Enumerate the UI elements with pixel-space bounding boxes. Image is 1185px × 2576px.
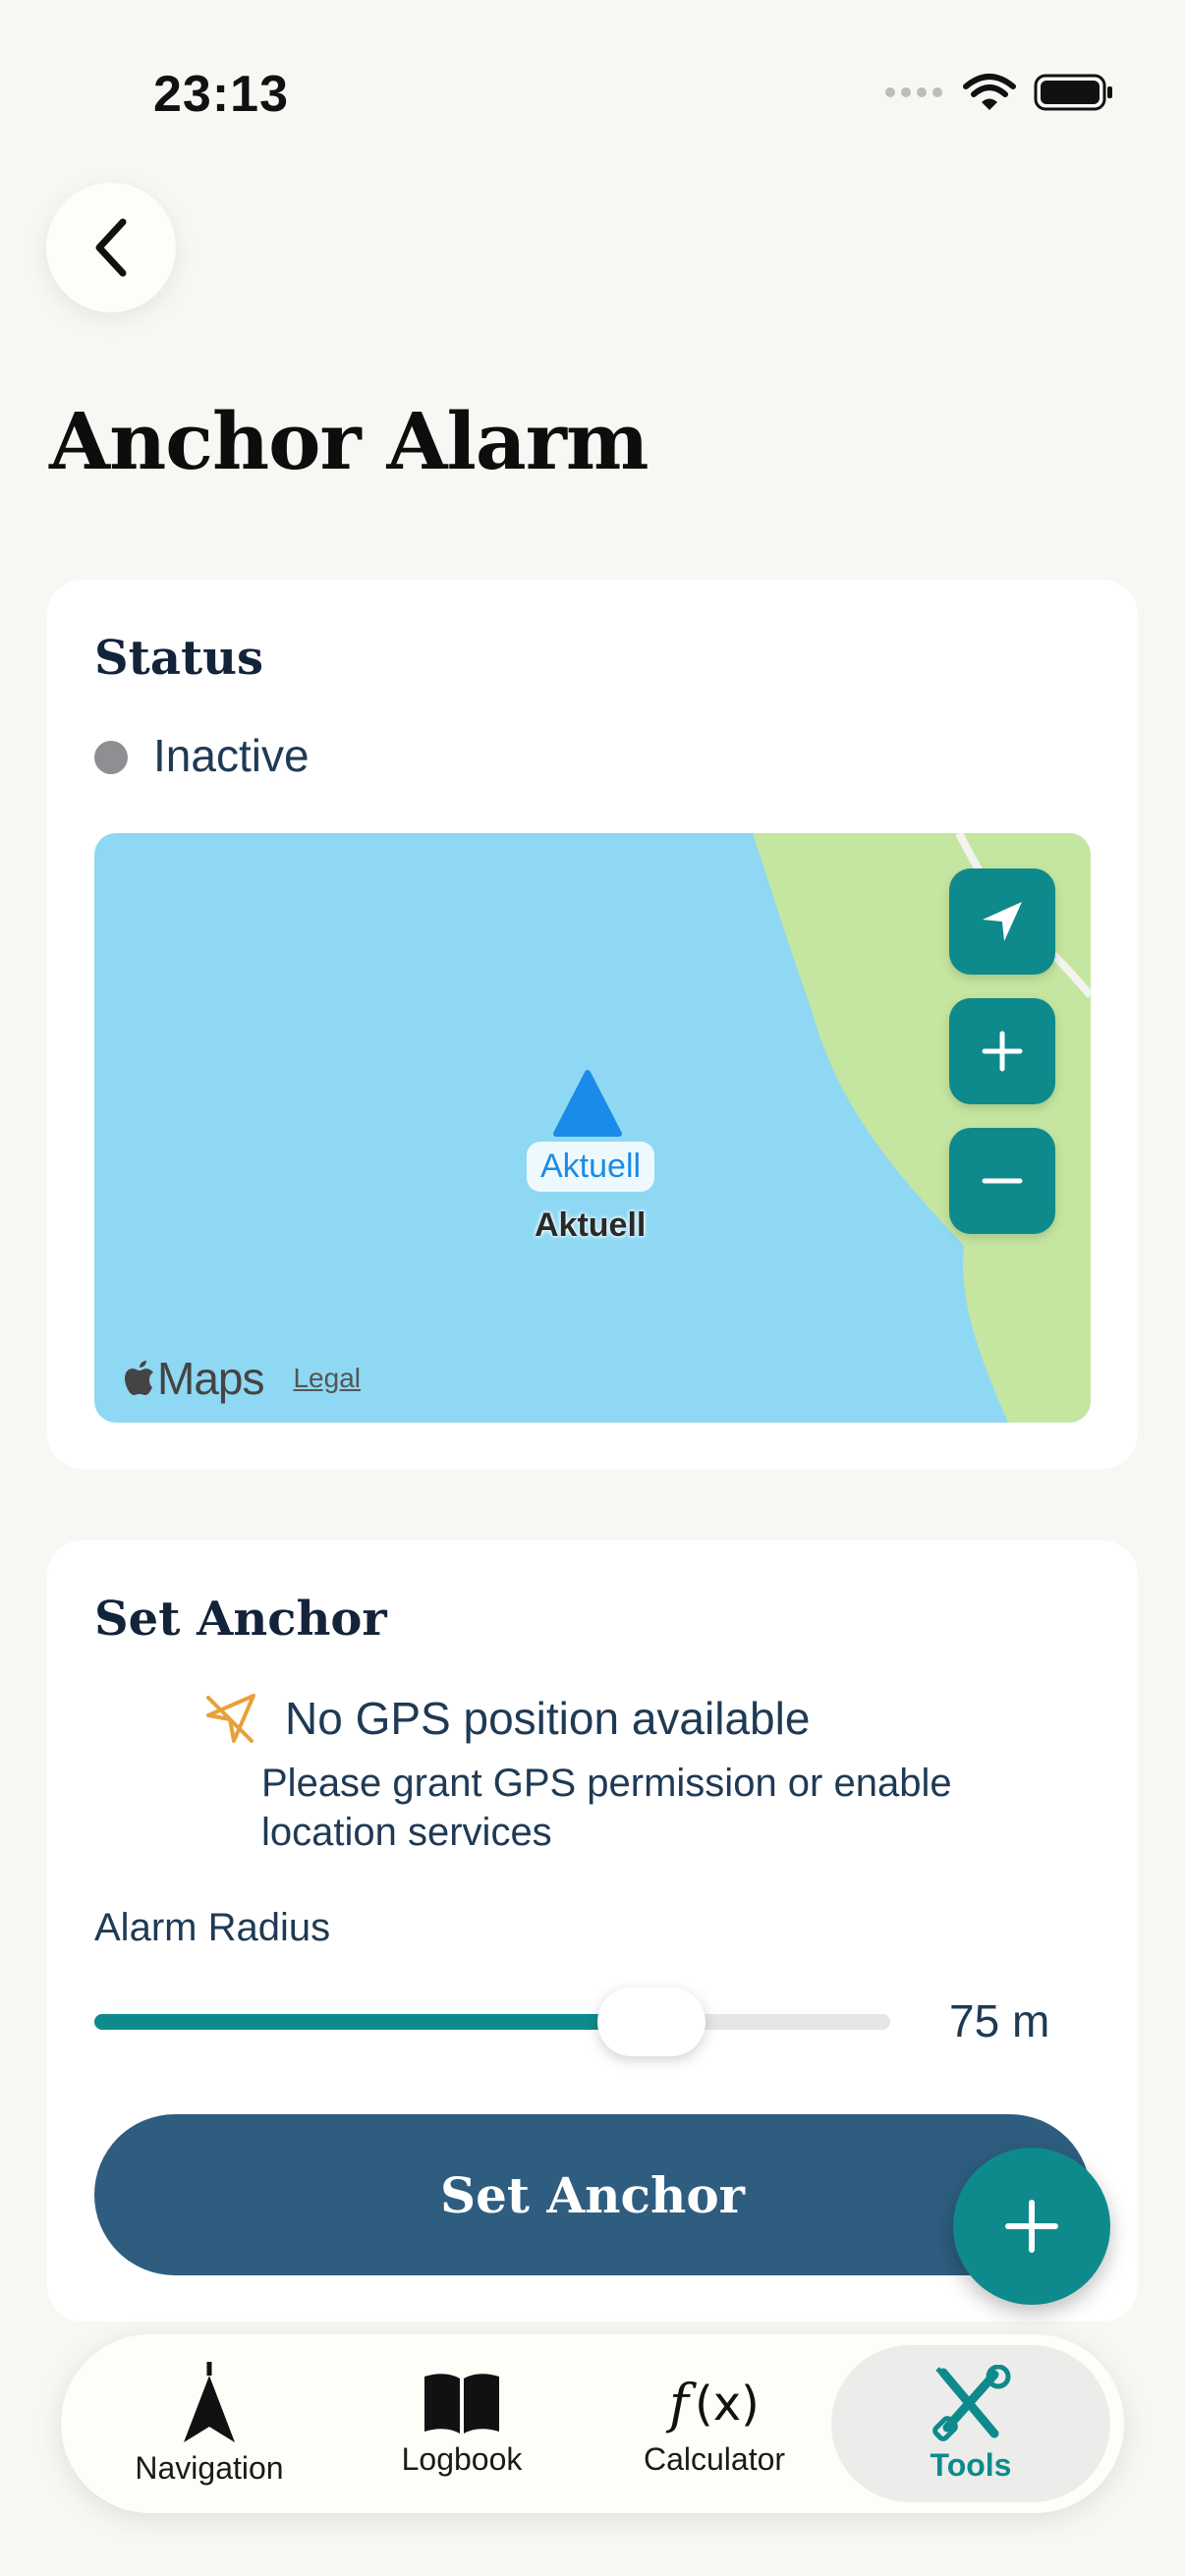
tab-label: Logbook	[401, 2440, 523, 2477]
chevron-left-icon	[95, 218, 127, 277]
tools-icon	[932, 2364, 1011, 2441]
tab-calculator[interactable]: f (x) Calculator	[589, 2334, 840, 2513]
apple-logo-icon	[125, 1361, 153, 1395]
maps-attribution: Maps Legal	[124, 1352, 361, 1405]
tab-bar: Navigation Logbook f (x) Calculator Tool…	[61, 2334, 1124, 2513]
status-indicator-dot	[94, 741, 128, 774]
svg-text:(x): (x)	[695, 2377, 760, 2432]
current-location-pin-icon	[553, 1070, 622, 1137]
tab-logbook[interactable]: Logbook	[336, 2334, 588, 2513]
radius-slider-fill	[94, 2014, 651, 2030]
back-button[interactable]	[46, 183, 176, 312]
plus-icon	[1005, 2200, 1058, 2253]
gps-warning-title: No GPS position available	[285, 1693, 811, 1744]
tab-navigation[interactable]: Navigation	[84, 2334, 335, 2513]
tab-tools[interactable]: Tools	[831, 2345, 1110, 2502]
status-card-title: Status	[94, 631, 264, 686]
status-bar-icons	[884, 73, 1114, 112]
battery-icon	[1034, 74, 1112, 111]
status-bar-time: 23:13	[153, 66, 289, 123]
locate-me-button[interactable]	[949, 868, 1055, 975]
map-view[interactable]: Aktuell Aktuell Maps Legal	[94, 833, 1091, 1423]
tab-label: Navigation	[135, 2449, 284, 2486]
wifi-icon	[963, 74, 1016, 110]
set-anchor-card-title: Set Anchor	[94, 1592, 387, 1647]
svg-text:f: f	[665, 2373, 697, 2435]
zoom-in-button[interactable]	[949, 998, 1055, 1104]
tab-label: Calculator	[643, 2440, 786, 2477]
pin-label: Aktuell	[535, 1206, 647, 1244]
navigation-arrow-icon	[184, 2361, 235, 2442]
book-icon	[424, 2373, 499, 2434]
location-arrow-icon	[983, 902, 1022, 941]
legal-link[interactable]: Legal	[293, 1363, 361, 1394]
signal-icon	[885, 87, 942, 97]
page-title: Anchor Alarm	[49, 395, 649, 487]
alarm-radius-label: Alarm Radius	[94, 1906, 331, 1949]
plus-icon	[982, 1031, 1023, 1072]
location-slash-icon	[206, 1694, 255, 1743]
add-fab-button[interactable]	[953, 2148, 1110, 2305]
function-icon: f (x)	[665, 2373, 760, 2435]
gps-warning-subtitle-line1: Please grant GPS permission or enable	[261, 1762, 952, 1805]
maps-brand: Maps	[157, 1353, 264, 1404]
radius-slider-thumb[interactable]	[597, 1988, 705, 2056]
set-anchor-button[interactable]: Set Anchor	[94, 2114, 1091, 2275]
pin-bubble: Aktuell	[527, 1142, 655, 1192]
radius-value: 75 m	[949, 1995, 1050, 2046]
tab-label: Tools	[930, 2446, 1012, 2483]
status-text: Inactive	[153, 730, 310, 781]
minus-icon	[982, 1178, 1023, 1184]
gps-warning-subtitle-line2: location services	[261, 1811, 552, 1854]
zoom-out-button[interactable]	[949, 1128, 1055, 1234]
